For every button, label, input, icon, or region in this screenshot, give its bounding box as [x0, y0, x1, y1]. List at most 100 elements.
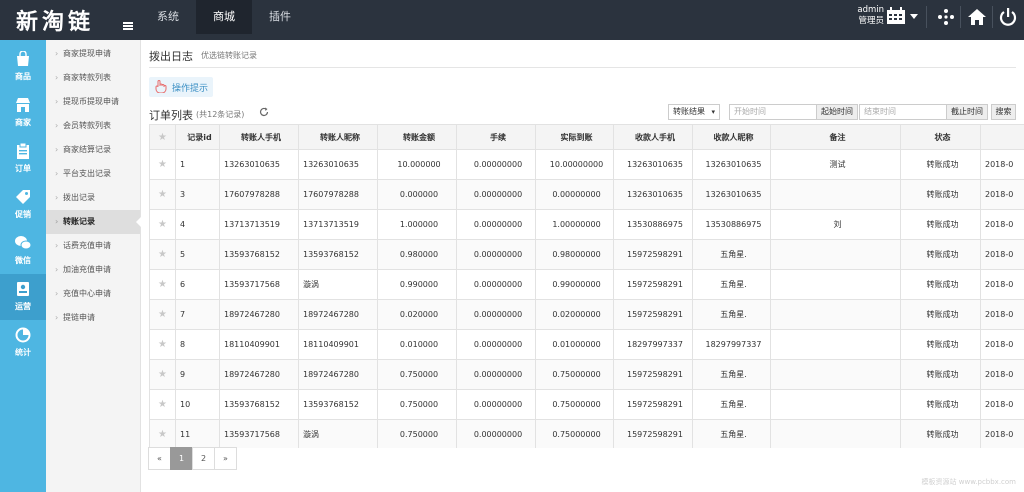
sidebar-item-statistics[interactable]: 统计 — [0, 320, 46, 366]
submenu-item-active[interactable]: 转账记录 — [46, 210, 141, 234]
sidebar-item-operations[interactable]: 运营 — [0, 274, 46, 320]
sidebar-item-goods[interactable]: 商品 — [0, 44, 46, 90]
table-row[interactable]: ★ 6 13593717568 漩涡 0.990000 0.00000000 0.99000… — [149, 269, 1024, 300]
order-table: ★ 记录id 转账人手机 转账人昵称 转账金额 手续 实际到账 收款人手机 收款人昵称 备注 状态… — [149, 124, 1024, 448]
table-cell: 0.020000 — [377, 299, 457, 330]
table-cell: 0.00000000 — [535, 179, 614, 210]
sidebar-item-wechat[interactable]: 微信 — [0, 228, 46, 274]
menu-toggle-icon[interactable] — [123, 22, 133, 30]
star-icon[interactable]: ★ — [149, 389, 176, 420]
operation-tip-label: 操作提示 — [172, 84, 209, 94]
user-info[interactable]: admin 管理员 — [846, 5, 884, 27]
chevron-down-icon: ▾ — [711, 108, 715, 116]
top-nav-system[interactable]: 系统 — [140, 0, 196, 34]
pagination: « 1 2 » — [148, 447, 237, 470]
table-cell: 转账成功 — [900, 209, 981, 240]
table-row[interactable]: ★ 9 18972467280 18972467280 0.750000 0.000000… — [149, 359, 1024, 390]
pager-next-button[interactable]: » — [214, 447, 237, 470]
sidebar-item-promotions[interactable]: 促销 — [0, 182, 46, 228]
table-cell: 0.75000000 — [535, 389, 614, 420]
start-time-button[interactable]: 起始时间 — [816, 104, 858, 120]
table-cell: 13593768152 — [219, 389, 299, 420]
list-title: 订单列表 — [149, 109, 193, 122]
table-cell: 18972467280 — [219, 359, 299, 390]
submenu-item[interactable]: 话费充值申请 — [46, 234, 140, 258]
table-cell: 13713713519 — [219, 209, 299, 240]
pager-prev-button[interactable]: « — [148, 447, 171, 470]
table-row[interactable]: ★ 3 17607978288 17607978288 0.000000 0.000000… — [149, 179, 1024, 210]
calendar-icon[interactable] — [886, 7, 906, 25]
table-cell: 13593717568 — [219, 419, 299, 448]
pager-page-2[interactable]: 2 — [192, 447, 215, 470]
tag-icon — [16, 190, 30, 204]
refresh-icon[interactable] — [259, 107, 269, 117]
table-row[interactable]: ★ 1 13263010635 13263010635 10.000000 0.00000… — [149, 149, 1024, 180]
sidebar-item-label: 促销 — [15, 210, 31, 219]
end-time-button[interactable]: 截止时间 — [946, 104, 988, 120]
table-row[interactable]: ★ 5 13593768152 13593768152 0.980000 0.000000… — [149, 239, 1024, 270]
table-row[interactable]: ★ 7 18972467280 18972467280 0.020000 0.000000… — [149, 299, 1024, 330]
star-icon[interactable]: ★ — [149, 239, 176, 270]
table-cell: 转账成功 — [900, 299, 981, 330]
submenu-item[interactable]: 商家提现申请 — [46, 42, 140, 66]
star-icon[interactable]: ★ — [149, 359, 176, 390]
chart-icon — [15, 327, 31, 343]
table-row[interactable]: ★ 10 13593768152 13593768152 0.750000 0.00000… — [149, 389, 1024, 420]
submenu-item[interactable]: 商家转款列表 — [46, 66, 140, 90]
end-time-input[interactable]: 结束时间 — [859, 104, 947, 120]
submenu-item[interactable]: 商家结算记录 — [46, 138, 140, 162]
star-header-icon[interactable]: ★ — [149, 124, 176, 150]
table-cell: 0.750000 — [377, 419, 457, 448]
top-bar: 新淘链 系统 商城 插件 admin 管理员 — [0, 0, 1024, 40]
submenu-item[interactable]: 平台支出记录 — [46, 162, 140, 186]
submenu-item[interactable]: 加油充值申请 — [46, 258, 140, 282]
power-icon[interactable] — [998, 7, 1018, 27]
submenu-item[interactable]: 提现币提现申请 — [46, 90, 140, 114]
status-select[interactable]: 转账结果 ▾ — [668, 104, 720, 120]
table-row[interactable]: ★ 11 13593717568 漩涡 0.750000 0.00000000 0.7500… — [149, 419, 1024, 448]
star-icon[interactable]: ★ — [149, 269, 176, 300]
table-cell: 13593768152 — [298, 389, 378, 420]
star-icon[interactable]: ★ — [149, 329, 176, 360]
pager-page-1[interactable]: 1 — [170, 447, 193, 470]
table-cell: 五角星. — [692, 239, 771, 270]
star-icon[interactable]: ★ — [149, 179, 176, 210]
sidebar-item-merchants[interactable]: 商家 — [0, 90, 46, 136]
table-row[interactable]: ★ 8 18110409901 18110409901 0.010000 0.000000… — [149, 329, 1024, 360]
column-header: 状态 — [900, 124, 981, 150]
table-cell: 13593768152 — [219, 239, 299, 270]
star-icon[interactable]: ★ — [149, 149, 176, 180]
star-icon[interactable]: ★ — [149, 299, 176, 330]
table-cell: 13593768152 — [298, 239, 378, 270]
table-cell: 转账成功 — [900, 239, 981, 270]
sidebar-item-orders[interactable]: 订单 — [0, 136, 46, 182]
submenu-item[interactable]: 充值中心申请 — [46, 282, 140, 306]
table-cell: 0.02000000 — [535, 299, 614, 330]
table-cell: 0.980000 — [377, 239, 457, 270]
table-row[interactable]: ★ 4 13713713519 13713713519 1.000000 0.000000… — [149, 209, 1024, 240]
operation-tip-button[interactable]: 操作提示 — [149, 77, 213, 97]
submenu-item[interactable]: 会员转款列表 — [46, 114, 140, 138]
home-icon[interactable] — [967, 7, 987, 27]
table-cell: 3 — [175, 179, 220, 210]
start-time-input[interactable]: 开始时间 — [729, 104, 817, 120]
table-cell: 13263010635 — [613, 149, 693, 180]
star-icon[interactable]: ★ — [149, 209, 176, 240]
wechat-icon — [15, 236, 31, 250]
table-cell: 18110409901 — [298, 329, 378, 360]
logo[interactable]: 新淘链 — [16, 4, 94, 36]
submenu: 商家提现申请 商家转款列表 提现币提现申请 会员转款列表 商家结算记录 平台支出… — [46, 40, 141, 492]
table-cell: 15972598291 — [613, 299, 693, 330]
table-cell: 2018-0 — [980, 179, 1024, 210]
submenu-item[interactable]: 提链申请 — [46, 306, 140, 330]
search-button[interactable]: 搜索 — [991, 104, 1016, 120]
table-cell: 0.990000 — [377, 269, 457, 300]
top-nav-plugins[interactable]: 插件 — [252, 0, 308, 34]
submenu-item[interactable]: 拨出记录 — [46, 186, 140, 210]
top-nav-mall[interactable]: 商城 — [196, 0, 252, 34]
star-icon[interactable]: ★ — [149, 419, 176, 448]
user-dropdown-caret-icon[interactable] — [910, 14, 918, 19]
table-cell: 2018-0 — [980, 359, 1024, 390]
apps-icon[interactable] — [936, 7, 956, 27]
table-cell: 0.75000000 — [535, 419, 614, 448]
